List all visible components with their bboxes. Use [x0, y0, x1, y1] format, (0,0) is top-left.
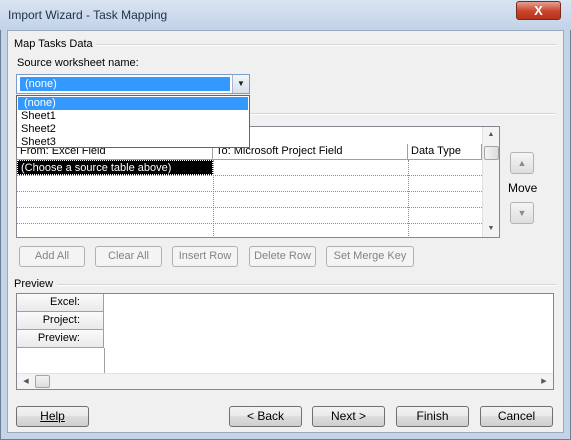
help-button[interactable]: Help: [16, 406, 89, 427]
next-button[interactable]: Next >: [312, 406, 385, 427]
preview-row-header-excel: Excel:: [17, 294, 104, 312]
preview-section-label: Preview: [14, 278, 54, 290]
source-worksheet-label: Source worksheet name:: [17, 57, 139, 69]
back-button[interactable]: < Back: [229, 406, 302, 427]
dropdown-option[interactable]: Sheet2: [18, 123, 248, 136]
table-cell-selected[interactable]: (Choose a source table above): [17, 160, 213, 175]
delete-row-button[interactable]: Delete Row: [249, 246, 316, 267]
preview-row-header-preview: Preview:: [17, 330, 104, 348]
chevron-down-icon[interactable]: ▼: [232, 75, 249, 93]
scrollbar-thumb[interactable]: [35, 375, 50, 388]
help-button-label: Help: [40, 409, 65, 423]
column-separator: [213, 160, 214, 237]
table-row[interactable]: [17, 224, 482, 237]
table-row[interactable]: [17, 176, 482, 192]
dropdown-option[interactable]: Sheet3: [18, 136, 248, 149]
set-merge-key-button[interactable]: Set Merge Key: [326, 246, 414, 267]
grid-vertical-scrollbar[interactable]: ▲ ▼: [482, 127, 499, 237]
cancel-button[interactable]: Cancel: [480, 406, 553, 427]
section-divider: [57, 284, 556, 286]
table-row[interactable]: [17, 192, 482, 208]
move-down-button[interactable]: ▼: [510, 202, 534, 224]
window-title: Import Wizard - Task Mapping: [8, 8, 168, 22]
column-header-data-type[interactable]: Data Type: [408, 144, 482, 160]
scroll-left-icon[interactable]: ◀: [19, 375, 33, 389]
preview-row-header-project: Project:: [17, 312, 104, 330]
triangle-up-icon: ▲: [517, 158, 527, 168]
dropdown-option[interactable]: Sheet1: [18, 110, 248, 123]
title-bar[interactable]: Import Wizard - Task Mapping X: [0, 0, 571, 30]
table-row[interactable]: (Choose a source table above): [17, 160, 482, 176]
insert-row-button[interactable]: Insert Row: [172, 246, 238, 267]
triangle-down-icon: ▼: [517, 208, 527, 218]
scroll-right-icon[interactable]: ▶: [537, 375, 551, 389]
map-tasks-section-label: Map Tasks Data: [14, 38, 93, 50]
preview-horizontal-scrollbar[interactable]: ◀ ▶: [17, 373, 553, 389]
clear-all-button[interactable]: Clear All: [95, 246, 162, 267]
close-button[interactable]: X: [516, 1, 561, 20]
move-up-button[interactable]: ▲: [510, 152, 534, 174]
table-row[interactable]: [17, 208, 482, 224]
scroll-up-icon[interactable]: ▲: [483, 128, 499, 142]
finish-button[interactable]: Finish: [396, 406, 469, 427]
section-divider: [250, 113, 556, 115]
worksheet-dropdown-list[interactable]: (none) Sheet1 Sheet2 Sheet3: [16, 95, 250, 148]
combobox-value[interactable]: (none): [20, 77, 230, 91]
add-all-button[interactable]: Add All: [19, 246, 85, 267]
move-label: Move: [508, 181, 538, 195]
section-divider: [96, 44, 556, 46]
column-separator: [408, 160, 409, 237]
scroll-down-icon[interactable]: ▼: [483, 222, 499, 236]
preview-grid[interactable]: Excel: Project: Preview: ◀ ▶: [16, 293, 554, 390]
source-worksheet-combobox[interactable]: (none) ▼: [16, 74, 250, 94]
dropdown-option[interactable]: (none): [18, 97, 248, 110]
scrollbar-thumb[interactable]: [484, 146, 499, 160]
preview-header-column: [17, 348, 105, 373]
